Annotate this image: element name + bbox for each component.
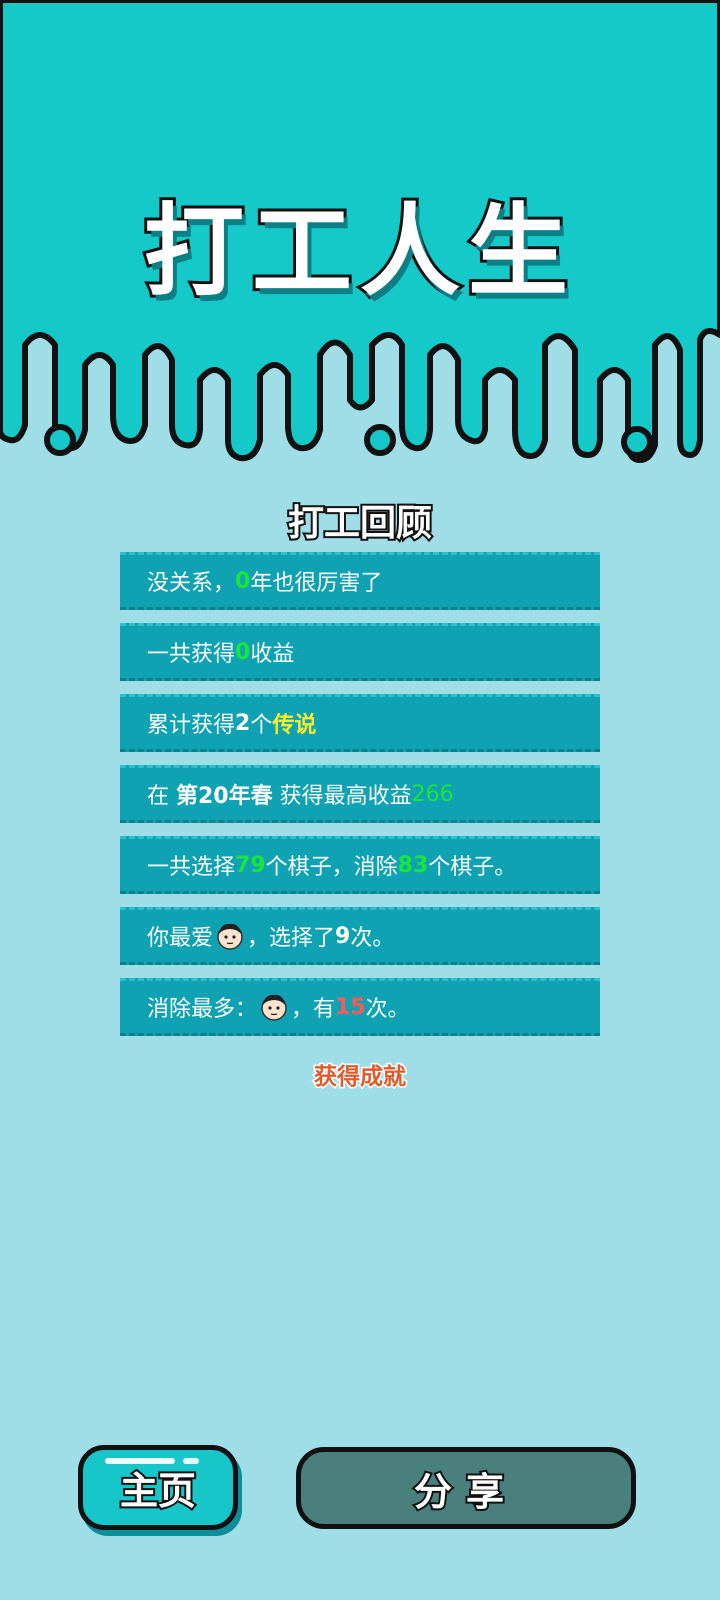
- drip-drop: [44, 424, 76, 456]
- row-text: 你最爱: [147, 926, 214, 951]
- list-item: 消除最多： ，有 15 次。: [120, 978, 600, 1036]
- list-item: 没关系， 0 年也很厉害了: [120, 552, 600, 610]
- row-season: 第20年春: [176, 784, 273, 809]
- row-value: 15: [335, 994, 366, 1020]
- drip-drop: [364, 424, 396, 456]
- row-text: 次。: [365, 997, 410, 1022]
- row-text: 个棋子。: [428, 855, 517, 880]
- row-text: 在: [147, 784, 176, 809]
- row-value: 0: [235, 568, 251, 594]
- row-count: 2: [235, 710, 251, 736]
- row-value: 0: [235, 639, 251, 665]
- row-text: 年也很厉害了: [250, 571, 383, 596]
- row-text: 收益: [250, 642, 295, 667]
- row-text: 消除最多：: [147, 997, 258, 1022]
- worker-face-icon: [217, 923, 243, 950]
- button-shine: [183, 1458, 199, 1464]
- row-text: 个: [250, 713, 273, 738]
- worker-face-icon: [261, 994, 287, 1021]
- row-removed: 83: [397, 852, 429, 878]
- row-text: 个棋子，消除: [265, 855, 398, 880]
- share-button-label: 分享: [412, 1468, 518, 1516]
- home-button-label: 主页: [118, 1467, 198, 1515]
- row-chosen: 79: [235, 852, 266, 878]
- row-text: 没关系，: [147, 571, 236, 596]
- row-text: 累计获得: [147, 713, 236, 738]
- share-button[interactable]: 分享: [296, 1447, 636, 1529]
- list-item: 累计获得 2 个传说: [120, 694, 600, 752]
- review-list: 没关系， 0 年也很厉害了 一共获得 0 收益 累计获得 2 个传说 在 第20年春 获得最…: [120, 552, 600, 1049]
- row-value: 传说: [272, 713, 317, 738]
- row-text: 获得最高收益: [272, 784, 412, 809]
- row-text: ，选择了: [247, 926, 336, 951]
- list-item: 一共获得 0 收益: [120, 623, 600, 681]
- home-button[interactable]: 主页: [78, 1445, 238, 1530]
- row-text: 一共选择: [147, 855, 236, 880]
- row-value: 9: [335, 923, 351, 949]
- game-title: 打工人生: [141, 190, 576, 313]
- drip-drop: [621, 426, 653, 458]
- row-value: 266: [411, 781, 454, 807]
- list-item: 一共选择 79 个棋子，消除 83 个棋子。: [120, 836, 600, 894]
- button-shine: [105, 1458, 175, 1464]
- row-text: 次。: [350, 926, 395, 951]
- list-item: 你最爱 ，选择了 9 次。: [120, 907, 600, 965]
- list-item: 在 第20年春 获得最高收益 266: [120, 765, 600, 823]
- achievement-link[interactable]: 获得成就: [0, 1057, 720, 1092]
- section-title: 打工回顾: [286, 501, 434, 546]
- row-text: 一共获得: [147, 642, 236, 667]
- row-text: ，有: [291, 997, 336, 1022]
